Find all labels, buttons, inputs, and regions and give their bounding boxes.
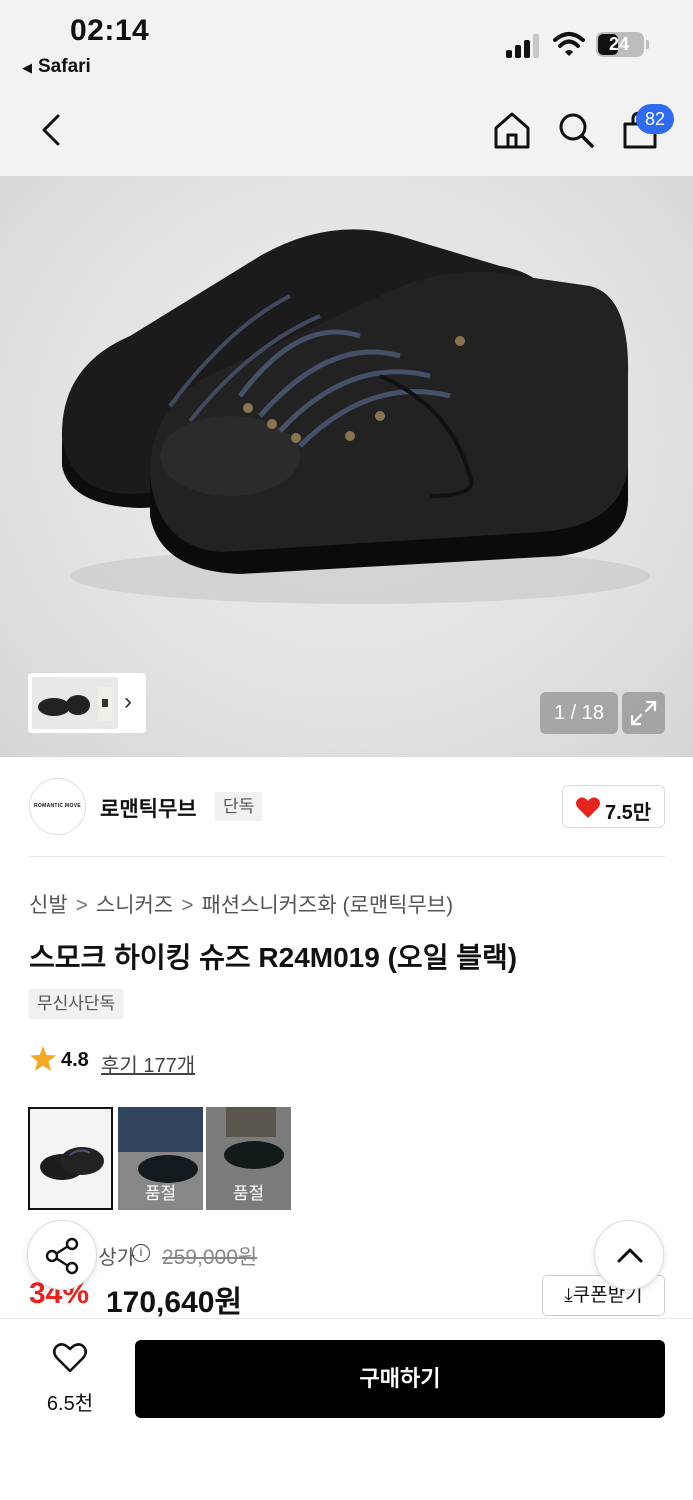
product-shoe-image (61, 229, 650, 604)
brand-logo[interactable]: ROMANTIC MOVE (29, 778, 86, 835)
breadcrumb-item[interactable]: 신발 (29, 894, 68, 917)
expand-icon (630, 700, 657, 726)
back-triangle-icon: ◀ (22, 60, 32, 75)
wishlist-button[interactable]: 6.5천 (30, 1342, 110, 1417)
image-counter: 1 / 18 (540, 692, 618, 734)
rating-score: 4.8 (61, 1049, 89, 1071)
scroll-to-top-button[interactable] (594, 1220, 664, 1290)
chevron-right-icon: > (75, 894, 88, 917)
gallery-thumbnail-strip[interactable]: › (28, 673, 146, 733)
chevron-right-icon: › (124, 688, 132, 715)
status-time: 02:14 (70, 14, 150, 47)
breadcrumb: 신발 > 스니커즈 > 패션스니커즈화 (로맨틱무브) (29, 889, 453, 919)
brand-name[interactable]: 로맨틱무브 (100, 793, 197, 823)
home-icon[interactable] (492, 110, 532, 150)
chevron-right-icon: > (181, 894, 194, 917)
breadcrumb-item[interactable]: 스니커즈 (96, 894, 173, 917)
status-bar: 02:14 ◀ Safari 24 (0, 0, 693, 88)
info-icon[interactable]: i (132, 1244, 150, 1262)
brand-like-count: 7.5만 (605, 802, 652, 824)
color-option-thumbnail[interactable]: 품절 (118, 1107, 203, 1210)
option-image (40, 1147, 104, 1180)
heart-outline-icon (52, 1343, 88, 1373)
search-icon[interactable] (556, 110, 596, 150)
wishlist-count: 6.5천 (46, 1393, 94, 1415)
exclusive-badge: 단독 (215, 792, 263, 821)
cellular-signal-icon (506, 34, 542, 58)
brand-like-button[interactable]: 7.5만 (562, 785, 665, 828)
brand-logo-text: ROMANTIC MOVE (34, 803, 81, 809)
color-option-thumbnail[interactable]: 품절 (206, 1107, 291, 1210)
buy-button[interactable]: 구매하기 (135, 1340, 665, 1418)
download-icon: ⤓ (564, 1285, 573, 1306)
chevron-up-icon (617, 1248, 643, 1263)
sale-price: 170,640원 (106, 1286, 243, 1319)
gallery-thumbnail (32, 677, 118, 729)
back-arrow-icon[interactable] (38, 112, 64, 148)
star-icon (30, 1046, 56, 1071)
cart-count-badge: 82 (636, 104, 674, 134)
sold-out-label: 품절 (144, 1184, 177, 1203)
battery-level: 24 (608, 34, 630, 54)
share-button[interactable] (27, 1220, 97, 1290)
divider (29, 856, 665, 857)
battery-icon: 24 (596, 32, 649, 57)
reviews-link[interactable]: 후기 177개 (101, 1049, 195, 1078)
back-app-label: Safari (38, 56, 91, 77)
back-to-app-link[interactable]: ◀ Safari (22, 56, 91, 78)
original-price: 259,000원 (162, 1246, 258, 1269)
color-option-thumbnail[interactable] (28, 1107, 113, 1210)
sold-out-label: 품절 (232, 1184, 265, 1203)
heart-filled-icon (576, 797, 600, 818)
share-icon (45, 1237, 79, 1275)
musinsa-exclusive-tag: 무신사단독 (29, 989, 124, 1019)
product-title: 스모크 하이킹 슈즈 R24M019 (오일 블랙) (29, 942, 518, 973)
wifi-icon (553, 32, 585, 56)
product-image-gallery[interactable]: › 1 / 18 (0, 176, 693, 757)
breadcrumb-item[interactable]: 패션스니커즈화 (로맨틱무브) (201, 894, 453, 917)
expand-button[interactable] (622, 692, 665, 734)
